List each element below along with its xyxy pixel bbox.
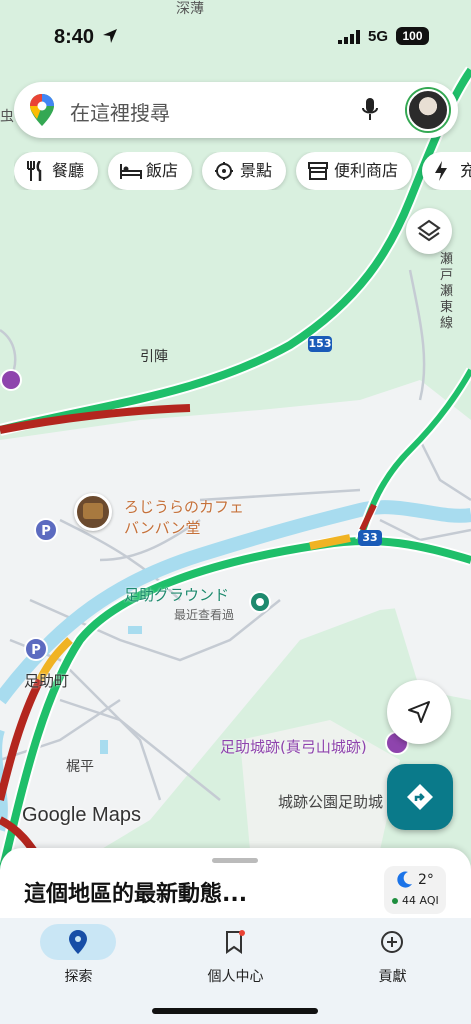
poi-castle-name[interactable]: 足助城跡(真弓山城跡) (220, 736, 367, 757)
navigation-arrow-icon (408, 701, 430, 723)
moon-icon (397, 871, 412, 888)
directions-icon (407, 784, 433, 810)
tab-label: 貢獻 (378, 969, 407, 985)
home-indicator (152, 1008, 318, 1014)
poi-cafe-name-line2[interactable]: バンバン堂 (124, 517, 201, 538)
contribute-plus-icon (381, 931, 403, 953)
map-label-railway: 瀬戸瀬東線 (440, 252, 454, 331)
network-type: 5G (368, 28, 389, 45)
poi-cafe-name-line1[interactable]: ろじうらのカフェ (124, 496, 244, 517)
chip-charging[interactable]: 充 (422, 152, 471, 190)
recenter-button[interactable] (387, 680, 451, 744)
avatar[interactable] (407, 89, 449, 131)
google-maps-pin-icon (30, 94, 54, 126)
cafe-photo-icon (83, 503, 103, 519)
convenience-store-icon (308, 162, 328, 180)
hotel-icon (120, 164, 142, 179)
tab-you[interactable]: 個人中心 (157, 918, 314, 998)
weather-widget[interactable]: 2° 44 AQI (384, 866, 446, 914)
status-bar: 8:40 5G 100 (0, 22, 471, 52)
bottom-sheet[interactable]: 這個地區的最新動態... 2° 44 AQI (0, 848, 471, 928)
route-33-shield: 33 (362, 531, 378, 544)
map-label-top-place: 深薄 (176, 1, 204, 17)
tab-label: 個人中心 (207, 969, 264, 985)
poi-ground-recent: 最近查看過 (174, 608, 235, 622)
google-maps-logo: Google Maps (22, 804, 141, 826)
explore-pin-icon (69, 930, 87, 954)
aqi-status-dot (392, 898, 398, 904)
sheet-title: 這個地區的最新動態... (24, 882, 248, 907)
chip-label: 飯店 (146, 161, 179, 180)
sheet-grab-handle[interactable] (212, 858, 258, 863)
layers-button[interactable] (406, 208, 452, 254)
poi-left-marker-icon[interactable] (0, 369, 22, 391)
battery-icon: 100 (396, 27, 429, 45)
route-153-shield: 153 (308, 337, 332, 350)
tab-contribute[interactable]: 貢獻 (314, 918, 471, 998)
chip-attraction[interactable]: 景點 (202, 152, 286, 190)
layers-icon (417, 219, 441, 242)
chip-restaurant[interactable]: 餐廳 (14, 152, 98, 190)
parking-marker[interactable]: P (24, 637, 48, 661)
tab-label: 探索 (64, 969, 93, 985)
weather-temperature: 2° (418, 872, 434, 888)
chip-label: 景點 (240, 161, 273, 180)
map-label-park: 城跡公園足助城 (278, 793, 384, 811)
parking-marker[interactable]: P (34, 518, 58, 542)
search-input[interactable]: 在這裡搜尋 (70, 97, 170, 126)
chip-hotel[interactable]: 飯店 (108, 152, 192, 190)
microphone-icon[interactable] (360, 96, 380, 124)
map-label-village: 引陣 (140, 349, 168, 365)
map-label-left-edge: 虫 (0, 109, 14, 125)
directions-button[interactable] (387, 764, 453, 830)
restaurant-icon (27, 161, 42, 181)
category-chips: 餐廳 飯店 景點 便利商店 充 (14, 152, 471, 190)
map-label-town: 足助町 (24, 672, 70, 690)
location-arrow-icon (103, 29, 117, 43)
poi-cafe-marker[interactable] (74, 493, 112, 531)
poi-ground-pin-icon[interactable] (249, 591, 271, 613)
charging-icon (435, 161, 447, 181)
chip-label: 餐廳 (52, 161, 85, 180)
chip-label: 充 (460, 161, 471, 180)
attraction-icon (215, 162, 233, 180)
weather-aqi: 44 AQI (402, 894, 439, 907)
poi-ground-name[interactable]: 足助グラウンド (124, 584, 229, 605)
status-time: 8:40 (54, 26, 95, 48)
chip-label: 便利商店 (334, 161, 399, 180)
map-label-kajihira: 梶平 (66, 759, 94, 775)
saved-bookmark-icon (226, 930, 245, 954)
chip-convenience-store[interactable]: 便利商店 (296, 152, 412, 190)
search-bar[interactable]: 在這裡搜尋 (14, 82, 458, 138)
signal-bars-icon (338, 30, 360, 44)
tab-explore[interactable]: 探索 (0, 918, 157, 998)
